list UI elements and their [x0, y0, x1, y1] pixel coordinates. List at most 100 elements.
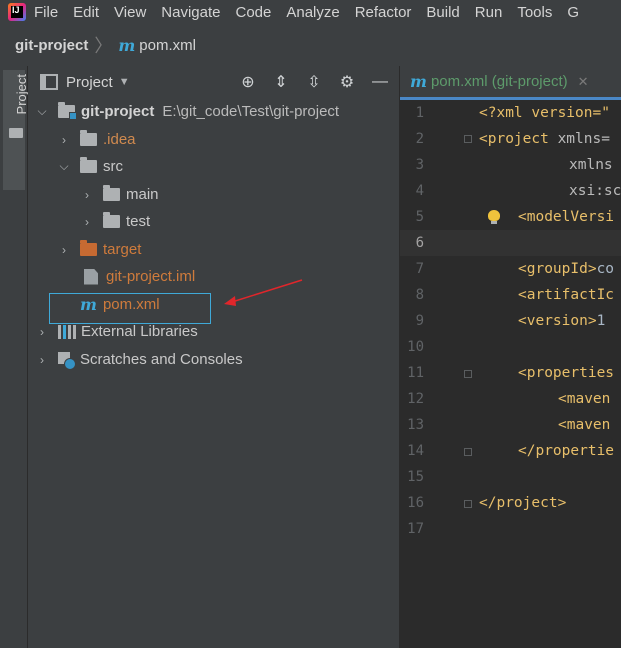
expand-all-icon[interactable]: ⇕ [270, 72, 292, 92]
breadcrumb: git-project 〉 m pom.xml [0, 24, 621, 67]
code-line: 2 <project xmlns= [400, 126, 621, 152]
line-number: 6 [415, 235, 424, 251]
editor-tab-pom[interactable]: m pom.xml (git-project) ✕ [400, 66, 621, 100]
menu-view[interactable]: View [114, 4, 146, 21]
pom-highlight-box [49, 293, 211, 324]
scratches-icon [58, 351, 76, 370]
folder-icon [80, 130, 97, 146]
chevron-down-icon[interactable]: ⌵ [36, 104, 48, 119]
tool-window-strip: Project [0, 66, 29, 648]
chevron-down-icon[interactable]: ⌵ [58, 159, 70, 174]
code-text: <maven [558, 391, 611, 407]
editor-tab-label: pom.xml (git-project) [430, 73, 568, 90]
line-number: 11 [407, 365, 424, 381]
menu-file[interactable]: File [34, 4, 58, 21]
code-text: <modelVersi [518, 209, 615, 225]
code-text: <?xml version=" [479, 105, 610, 121]
code-token: 1 [596, 313, 606, 329]
line-number: 2 [415, 131, 424, 147]
line-number: 7 [415, 261, 424, 277]
line-number: 1 [415, 105, 424, 121]
editor-area: m pom.xml (git-project) ✕ 1 <?xml versio… [400, 66, 621, 648]
close-icon[interactable]: ✕ [578, 74, 589, 90]
menu-build[interactable]: Build [426, 4, 459, 21]
menu-edit[interactable]: Edit [73, 4, 99, 21]
chevron-right-icon[interactable]: › [81, 188, 93, 202]
breadcrumb-file[interactable]: pom.xml [139, 37, 196, 54]
menu-refactor[interactable]: Refactor [355, 4, 412, 21]
tree-row-scratches[interactable]: › Scratches and Consoles [36, 346, 243, 373]
menu-run[interactable]: Run [475, 4, 503, 21]
project-tool-tab[interactable]: Project [3, 70, 29, 190]
code-line: 10 [400, 334, 621, 360]
breadcrumb-project[interactable]: git-project [15, 37, 88, 54]
tree-scratches-label: Scratches and Consoles [80, 351, 243, 368]
dropdown-caret-icon[interactable]: ▼ [119, 76, 130, 88]
chevron-right-icon[interactable]: › [36, 325, 48, 339]
fold-marker-icon[interactable] [464, 135, 472, 143]
project-panel: Project ▼ ⊕ ⇕ ⇳ ⚙ — ⌵ git-project E:\git… [28, 66, 399, 648]
menu-code[interactable]: Code [235, 4, 271, 21]
menu-git[interactable]: G [567, 4, 579, 21]
code-line: 15 [400, 464, 621, 490]
code-text: <version>1 [518, 313, 605, 329]
maven-icon: m [410, 72, 427, 91]
code-line: 5 <modelVersi [400, 204, 621, 230]
tree-row-iml[interactable]: git-project.iml [80, 263, 195, 290]
module-folder-icon [58, 102, 77, 120]
chevron-right-icon[interactable]: › [58, 133, 70, 147]
gear-icon[interactable]: ⚙ [336, 72, 358, 92]
folder-icon [80, 157, 97, 173]
code-line-current: 6 [400, 230, 621, 256]
code-line: 3 xmlns [400, 152, 621, 178]
tree-row-test[interactable]: › test [81, 208, 150, 235]
lightbulb-icon[interactable] [488, 210, 500, 224]
code-text: xmlns [569, 157, 613, 173]
tree-row-target[interactable]: › target [58, 236, 141, 263]
code-line: 7 <groupId>co [400, 256, 621, 282]
code-token: <groupId> [518, 261, 597, 277]
tree-src-label: src [103, 158, 123, 175]
collapse-all-icon[interactable]: ⇳ [303, 72, 325, 92]
code-line: 4 xsi:sc [400, 178, 621, 204]
line-number: 8 [415, 287, 424, 303]
fold-marker-icon[interactable] [464, 448, 472, 456]
folder-icon [9, 128, 23, 138]
line-number: 4 [415, 183, 424, 199]
tree-row-root[interactable]: ⌵ git-project E:\git_code\Test\git-proje… [36, 98, 339, 125]
tree-test-label: test [126, 213, 151, 230]
line-number: 13 [407, 417, 424, 433]
minimize-icon[interactable]: — [369, 72, 391, 92]
fold-marker-icon[interactable] [464, 370, 472, 378]
locate-icon[interactable]: ⊕ [237, 72, 259, 92]
code-line: 9 <version>1 [400, 308, 621, 334]
line-number: 3 [415, 157, 424, 173]
code-line: 17 [400, 516, 621, 542]
code-token: co [596, 261, 615, 277]
folder-icon [103, 212, 120, 228]
menu-tools[interactable]: Tools [517, 4, 552, 21]
code-text: <artifactIc [518, 287, 615, 303]
project-panel-title[interactable]: Project [66, 74, 113, 91]
tree-row-src[interactable]: ⌵ src [58, 153, 123, 180]
fold-marker-icon[interactable] [464, 500, 472, 508]
chevron-right-icon[interactable]: › [81, 215, 93, 229]
chevron-right-icon[interactable]: › [36, 353, 48, 367]
tree-target-label: target [103, 241, 142, 258]
menu-bar: IJ File Edit View Navigate Code Analyze … [0, 0, 621, 24]
project-panel-header: Project ▼ ⊕ ⇕ ⇳ ⚙ — [28, 66, 399, 98]
menu-analyze[interactable]: Analyze [286, 4, 339, 21]
maven-icon: m [118, 35, 136, 55]
tree-row-main[interactable]: › main [81, 181, 159, 208]
project-tool-tab-label: Project [14, 74, 29, 115]
chevron-right-icon[interactable]: › [58, 243, 70, 257]
line-number: 5 [415, 209, 424, 225]
menu-navigate[interactable]: Navigate [161, 4, 220, 21]
code-line: 16 </project> [400, 490, 621, 516]
line-number: 16 [407, 495, 424, 511]
line-number: 12 [407, 391, 424, 407]
code-line: 13 <maven [400, 412, 621, 438]
tree-row-idea[interactable]: › .idea [58, 126, 136, 153]
code-text: xsi:sc [569, 183, 621, 199]
tree-root-label: git-project [81, 103, 155, 120]
